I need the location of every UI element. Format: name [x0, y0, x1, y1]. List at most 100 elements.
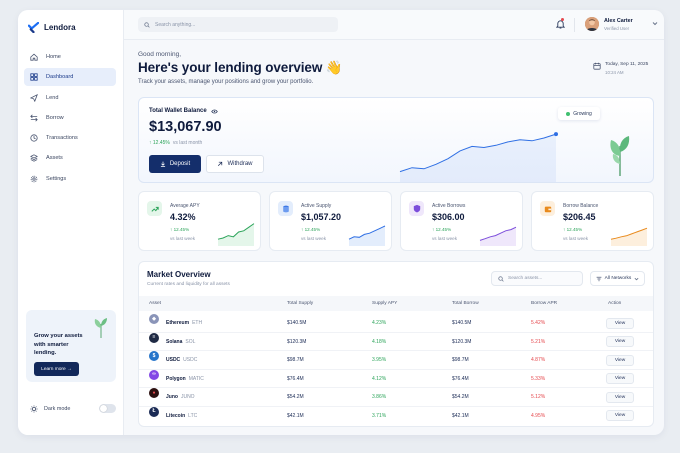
chevron-down-icon[interactable]: [652, 21, 658, 26]
total-supply: $98.7M: [287, 357, 304, 363]
stat-card-borrow-balance[interactable]: Borrow Balance $206.45 ↑ 12.45% vs last …: [531, 191, 654, 251]
stat-value: $1,057.20: [301, 212, 342, 222]
coin-icon: Ł: [149, 406, 159, 417]
total-borrow: $54.2M: [452, 394, 469, 400]
database-icon: [278, 201, 293, 216]
sparkline-chart: [348, 225, 386, 246]
sidebar-item-lend[interactable]: Lend: [24, 89, 116, 107]
shield-icon: [409, 201, 424, 216]
supply-apy: 3.71%: [372, 412, 387, 419]
column-header: Asset: [149, 301, 161, 306]
deposit-button[interactable]: Deposit: [149, 155, 201, 173]
stat-change: ↑ 12.45%: [301, 227, 321, 232]
plant-icon: [610, 136, 630, 176]
wallet-change: ↑ 12.45% vs last month: [149, 140, 202, 146]
borrow-apr: 5.21%: [531, 338, 546, 345]
asset-search-input[interactable]: Search assets...: [491, 271, 583, 286]
page-title: Here's your lending overview 👋: [138, 60, 343, 75]
asset-name: Polygon MATIC: [166, 370, 204, 389]
learn-more-button[interactable]: Learn more →: [34, 362, 79, 376]
dark-mode-toggle[interactable]: [99, 404, 116, 413]
view-button[interactable]: View: [606, 354, 634, 366]
coin-icon: ≡: [149, 332, 159, 343]
sidebar-item-label: Dashboard: [46, 74, 74, 81]
stat-card-average-apy[interactable]: Average APY 4.32% ↑ 12.45% vs last week: [138, 191, 261, 251]
deposit-label: Deposit: [169, 161, 191, 167]
sidebar-item-label: Borrow: [46, 114, 64, 121]
sparkline-chart: [217, 223, 255, 246]
eye-icon[interactable]: [210, 109, 218, 114]
growing-badge: Growing: [558, 107, 600, 120]
stat-change: ↑ 12.45%: [563, 227, 583, 232]
supply-apy: 4.18%: [372, 338, 387, 345]
asset-symbol: LTC: [188, 412, 198, 419]
column-header: Total Supply: [287, 301, 314, 306]
asset-name: Solana SOL: [166, 333, 195, 352]
chevron-down-icon: [634, 277, 639, 280]
stat-card-active-supply[interactable]: Active Supply $1,057.20 ↑ 12.45% vs last…: [269, 191, 392, 251]
stat-value: $306.00: [432, 212, 465, 222]
column-header: Supply APY: [372, 301, 398, 306]
withdraw-button[interactable]: Withdraw: [206, 155, 264, 173]
sidebar-item-dashboard[interactable]: Dashboard: [24, 68, 116, 87]
avatar[interactable]: [585, 17, 599, 31]
view-button[interactable]: View: [606, 373, 634, 384]
supply-apy: 4.23%: [372, 320, 387, 326]
sidebar-item-transactions[interactable]: Transactions: [24, 129, 116, 147]
total-borrow: $98.7M: [452, 357, 469, 363]
table-row[interactable]: ◆ Ethereum ETH $140.5M 4.23% $140.5M 5.42…: [139, 314, 653, 333]
sidebar-item-home[interactable]: Home: [24, 48, 116, 66]
network-filter-dropdown[interactable]: All Networks: [590, 271, 645, 286]
view-button[interactable]: View: [606, 410, 634, 421]
asset-name: Litecoin LTC: [166, 407, 197, 426]
stat-note: vs last week: [563, 236, 589, 241]
stat-value: 4.32%: [170, 212, 196, 222]
asset-name-text: Juno: [166, 394, 178, 400]
sidebar-item-settings[interactable]: Settings: [24, 170, 116, 188]
asset-name: Ethereum ETH: [166, 314, 202, 333]
send-icon: [30, 93, 38, 102]
market-subtitle: Current rates and liquidity for all asse…: [147, 282, 230, 287]
table-row[interactable]: Ł Litecoin LTC $42.1M 3.71% $42.1M 4.95% …: [139, 406, 653, 426]
coin-icon: ∞: [149, 369, 159, 380]
greeting: Good morning,: [138, 51, 181, 58]
trend-up-icon: [147, 201, 162, 216]
wallet-icon: [540, 201, 555, 216]
search-icon: [144, 21, 150, 28]
view-button[interactable]: View: [606, 336, 634, 347]
total-supply: $42.1M: [287, 412, 304, 419]
view-button[interactable]: View: [606, 317, 634, 329]
sidebar: Lendora Home Dashboard Lend Borrow Trans…: [18, 10, 124, 435]
stat-card-active-borrows[interactable]: Active Borrows $306.00 ↑ 12.45% vs last …: [400, 191, 523, 251]
borrow-apr: 5.12%: [531, 394, 546, 400]
table-row[interactable]: $ USDC USDC $98.7M 3.95% $98.7M 4.87% Vie…: [139, 351, 653, 370]
asset-name: Juno JUNO: [166, 388, 195, 407]
stat-label: Average APY: [170, 203, 200, 209]
search-input[interactable]: Search anything...: [138, 17, 338, 32]
total-supply: $120.3M: [287, 338, 307, 345]
borrow-apr: 5.42%: [531, 320, 546, 326]
page-subtitle: Track your assets, manage your positions…: [138, 79, 314, 85]
withdraw-label: Withdraw: [227, 161, 253, 167]
table-row[interactable]: ● Juno JUNO $54.2M 3.86% $54.2M 5.12% Vie…: [139, 388, 653, 407]
sidebar-item-assets[interactable]: Assets: [24, 149, 116, 167]
table-row[interactable]: ≡ Solana SOL $120.3M 4.18% $120.3M 5.21% …: [139, 332, 653, 352]
total-borrow: $120.3M: [452, 338, 472, 345]
stats-row: Average APY 4.32% ↑ 12.45% vs last week …: [138, 191, 654, 251]
search-placeholder: Search anything...: [155, 21, 196, 28]
user-role: Verified User: [604, 26, 630, 31]
stat-note: vs last week: [170, 236, 196, 241]
logo[interactable]: Lendora: [28, 22, 76, 33]
asset-name-text: Litecoin: [166, 412, 186, 419]
view-button[interactable]: View: [606, 391, 634, 403]
sidebar-item-borrow[interactable]: Borrow: [24, 109, 116, 127]
table-row[interactable]: ∞ Polygon MATIC $76.4M 4.12% $76.4M 5.33%…: [139, 369, 653, 389]
filter-label: All Networks: [604, 276, 632, 281]
sidebar-item-label: Lend: [46, 94, 59, 101]
coin-icon: $: [149, 351, 159, 361]
plant-icon: [94, 318, 107, 338]
asset-symbol: ETH: [192, 320, 203, 326]
wallet-trend-area: [400, 134, 556, 182]
column-header: Total Borrow: [452, 301, 479, 306]
wallet-trend-endpoint: [554, 132, 558, 137]
